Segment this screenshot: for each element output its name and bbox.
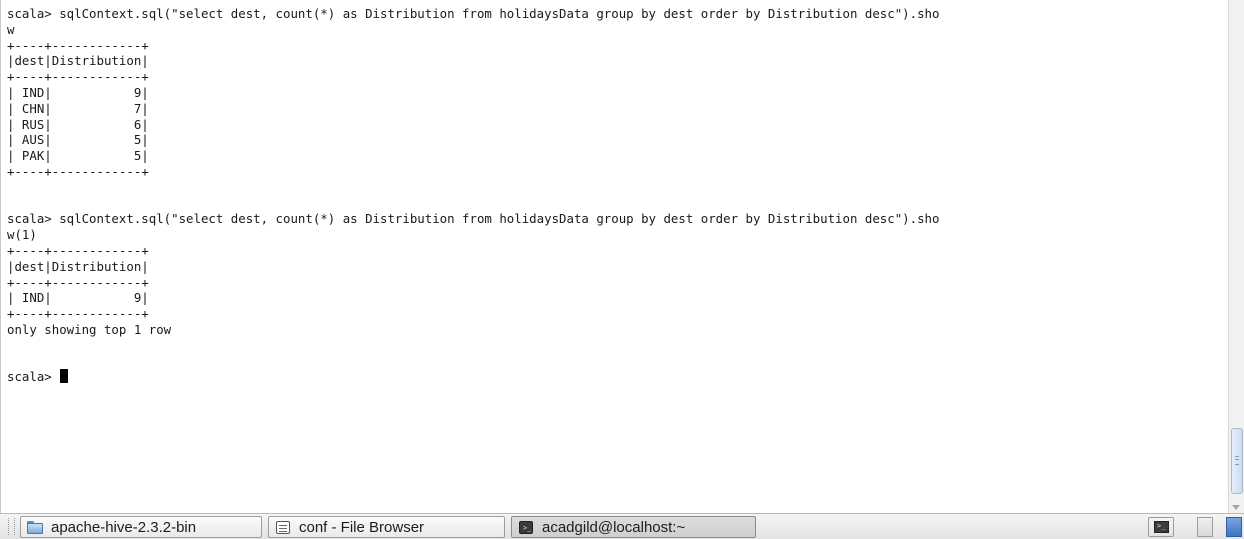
terminal-line: +----+------------+ [7,242,149,258]
terminal-line: +----+------------+ [7,274,149,290]
text-cursor [60,369,69,384]
taskbar-item-label: acadgild@localhost:~ [542,518,686,536]
terminal-line: scala> sqlContext.sql("select dest, coun… [7,211,940,227]
tray-terminal-icon[interactable]: >_ [1148,517,1174,537]
terminal-line: w(1) [7,227,37,243]
terminal-line: | PAK| 5| [7,148,149,164]
scroll-down-arrow-icon[interactable] [1232,505,1240,510]
taskbar-handle[interactable] [8,518,15,535]
terminal-icon: >_ [518,520,534,535]
taskbar: apache-hive-2.3.2-bin conf - File Browse… [0,513,1244,539]
taskbar-item-terminal[interactable]: >_ acadgild@localhost:~ [511,516,756,538]
terminal-line: |dest|Distribution| [7,53,149,69]
terminal-line: scala> sqlContext.sql("select dest, coun… [7,6,940,21]
taskbar-item-label: conf - File Browser [299,518,425,536]
terminal-line: | IND| 9| [7,290,149,306]
terminal-line: | AUS| 5| [7,132,149,148]
file-browser-icon [275,520,291,535]
terminal-line: +----+------------+ [7,306,149,322]
terminal-line: | RUS| 6| [7,116,149,132]
taskbar-item-apache-hive[interactable]: apache-hive-2.3.2-bin [20,516,262,538]
terminal-line: +----+------------+ [7,69,149,85]
workspace-2-button[interactable] [1226,517,1242,537]
terminal-line: +----+------------+ [7,37,149,53]
terminal-window[interactable]: scala> sqlContext.sql("select dest, coun… [0,0,1228,513]
terminal-line: +----+------------+ [7,163,149,179]
terminal-line: |dest|Distribution| [7,258,149,274]
terminal-line: only showing top 1 row [7,321,172,337]
scrollbar-thumb[interactable] [1231,428,1243,494]
terminal-scrollbar[interactable] [1228,0,1244,513]
terminal-line: w [7,21,15,37]
terminal-line: | IND| 9| [7,84,149,100]
taskbar-item-label: apache-hive-2.3.2-bin [51,518,197,536]
folder-icon [27,520,43,534]
terminal-output: scala> sqlContext.sql("select dest, coun… [1,0,1228,385]
taskbar-item-file-browser[interactable]: conf - File Browser [268,516,505,538]
workspace-1-button[interactable] [1197,517,1213,537]
terminal-line: | CHN| 7| [7,100,149,116]
terminal-prompt[interactable]: scala> [7,369,59,384]
